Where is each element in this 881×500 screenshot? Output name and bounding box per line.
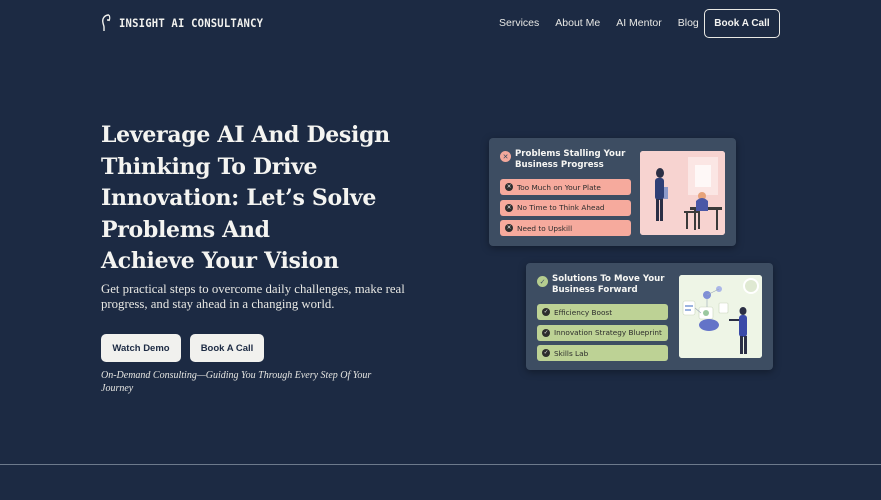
hero-subtitle: Get practical steps to overcome daily ch… [101,282,405,311]
problem-item: ✕ No Time to Think Ahead [500,199,631,216]
nav-link-ai-mentor[interactable]: AI Mentor [616,17,662,29]
top-navigation: INSIGHT AI CONSULTANCY Services About Me… [0,0,881,48]
solution-item-label: Efficiency Boost [554,307,613,317]
x-icon: ✕ [505,203,513,212]
problem-item-label: Too Much on Your Plate [517,182,601,192]
solutions-card-header: ✓ Solutions To Move Your Business Forwar… [537,274,672,295]
check-icon: ✓ [542,308,550,316]
solution-item: ✓ Innovation Strategy Blueprint [537,324,668,341]
problems-card-header: ✕ Problems Stalling Your Business Progre… [500,149,635,170]
problems-card-title: Problems Stalling Your Business Progress [515,149,626,170]
solutions-list: ✓ Efficiency Boost ✓ Innovation Strategy… [537,304,668,366]
hero-title-line: Problems And [101,216,270,243]
hero-title-line: Achieve Your Vision [101,248,339,275]
check-circle-icon: ✓ [537,276,548,287]
brand-name: INSIGHT AI CONSULTANCY [119,16,264,30]
problem-item-label: No Time to Think Ahead [517,203,605,212]
head-profile-icon [102,14,111,31]
solution-item-label: Skills Lab [554,348,589,358]
solution-item: ✓ Skills Lab [537,345,668,361]
nav-link-blog[interactable]: Blog [678,17,699,29]
nav-book-call-button[interactable]: Book A Call [704,9,780,38]
hero-tagline: On-Demand Consulting—Guiding You Through… [101,370,372,394]
hero-title-line: Leverage AI And Design [101,122,390,148]
stressed-worker-illustration [640,151,725,235]
problem-item: ✕ Too Much on Your Plate [500,179,631,195]
check-icon: ✓ [542,349,550,357]
problem-item: ✕ Need to Upskill [500,220,631,236]
problems-card: ✕ Problems Stalling Your Business Progre… [489,138,736,246]
solution-item-label: Innovation Strategy Blueprint [554,328,662,337]
nav-link-about-me[interactable]: About Me [555,17,600,29]
section-divider [0,464,881,465]
solutions-card: ✓ Solutions To Move Your Business Forwar… [526,263,773,370]
x-icon: ✕ [505,183,513,191]
problems-list: ✕ Too Much on Your Plate ✕ No Time to Th… [500,179,631,241]
watch-demo-button[interactable]: Watch Demo [101,334,181,362]
hero-title-line: Thinking To Drive [101,153,318,180]
solution-item: ✓ Efficiency Boost [537,304,668,320]
nav-links: Services About Me AI Mentor Blog [499,17,715,29]
hero-title: Leverage AI And Design Thinking To Drive… [101,120,421,278]
nav-link-services[interactable]: Services [499,17,539,29]
brand-logo[interactable]: INSIGHT AI CONSULTANCY [101,14,276,32]
check-icon: ✓ [542,328,550,337]
solutions-card-title: Solutions To Move Your Business Forward [552,274,665,295]
hero-title-line: Innovation: Let’s Solve [101,185,377,212]
book-call-button[interactable]: Book A Call [190,334,264,362]
x-circle-icon: ✕ [500,151,511,162]
problem-item-label: Need to Upskill [517,223,573,233]
ai-network-illustration [679,275,762,358]
x-icon: ✕ [505,224,513,232]
